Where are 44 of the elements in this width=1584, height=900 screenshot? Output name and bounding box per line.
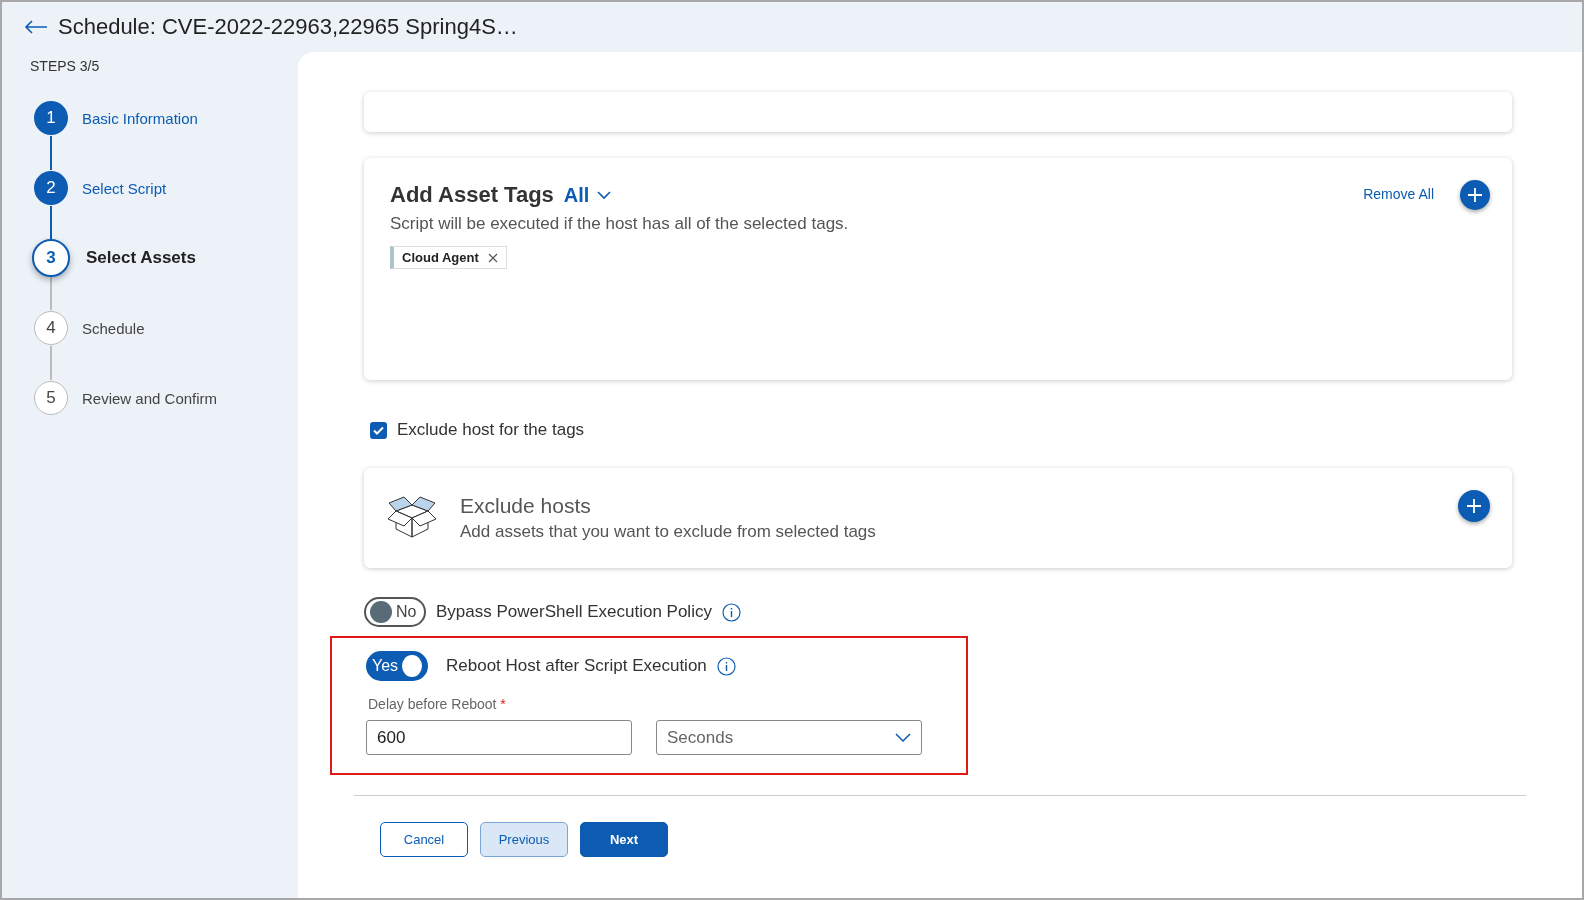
step-label[interactable]: Select Script [82,179,167,197]
plus-icon [1467,187,1483,203]
step-label[interactable]: Select Assets [86,248,196,268]
checkmark-icon [373,425,384,435]
info-icon [721,602,741,622]
step-number[interactable]: 1 [34,101,68,135]
add-button[interactable] [1458,490,1490,522]
add-button[interactable] [1460,180,1490,210]
checkbox-label: Exclude host for the tags [397,420,585,440]
tag-chip: Cloud Agent [390,246,507,269]
back-arrow-icon [24,20,48,34]
step-number[interactable]: 2 [34,171,68,205]
step-number[interactable]: 4 [34,311,68,345]
step-label[interactable]: Schedule [82,319,145,337]
remove-all-link[interactable]: Remove All [1363,186,1434,202]
delay-input[interactable]: 600 [366,720,632,755]
step-counter: STEPS 3/5 [30,58,101,74]
step-number[interactable]: 5 [34,381,68,415]
field-label: Delay before Reboot [368,696,497,712]
section-description: Add assets that you want to exclude from selected tags [460,522,876,542]
match-dropdown[interactable]: All [563,183,612,207]
toggle-label: Bypass PowerShell Execution Policy [436,602,712,622]
previous-button[interactable]: Previous [480,822,568,857]
required-mark: * [500,696,506,712]
chevron-down-icon [597,190,612,200]
cancel-button[interactable]: Cancel [380,822,468,857]
plus-icon [1466,498,1482,514]
open-box-icon [386,495,438,541]
step-number[interactable]: 3 [32,239,70,277]
section-title: Add Asset Tags [390,182,554,208]
step-label[interactable]: Review and Confirm [82,389,218,407]
unit-dropdown[interactable]: Seconds [656,720,922,755]
toggle-label: Reboot Host after Script Execution [446,656,707,676]
section-title: Exclude hosts [460,494,592,518]
next-button[interactable]: Next [580,822,668,857]
page-title: Schedule: CVE-2022-22963,22965 Spring4S… [58,14,518,40]
toggle-switch[interactable]: No [364,597,426,627]
close-icon [487,252,498,263]
section-description: Script will be executed if the host has all of the selected tags. [390,214,850,234]
step-label[interactable]: Basic Information [82,109,198,127]
info-icon [716,656,736,676]
checkbox[interactable] [370,421,387,439]
chevron-down-icon [895,733,911,742]
toggle-switch[interactable]: Yes [366,651,428,681]
